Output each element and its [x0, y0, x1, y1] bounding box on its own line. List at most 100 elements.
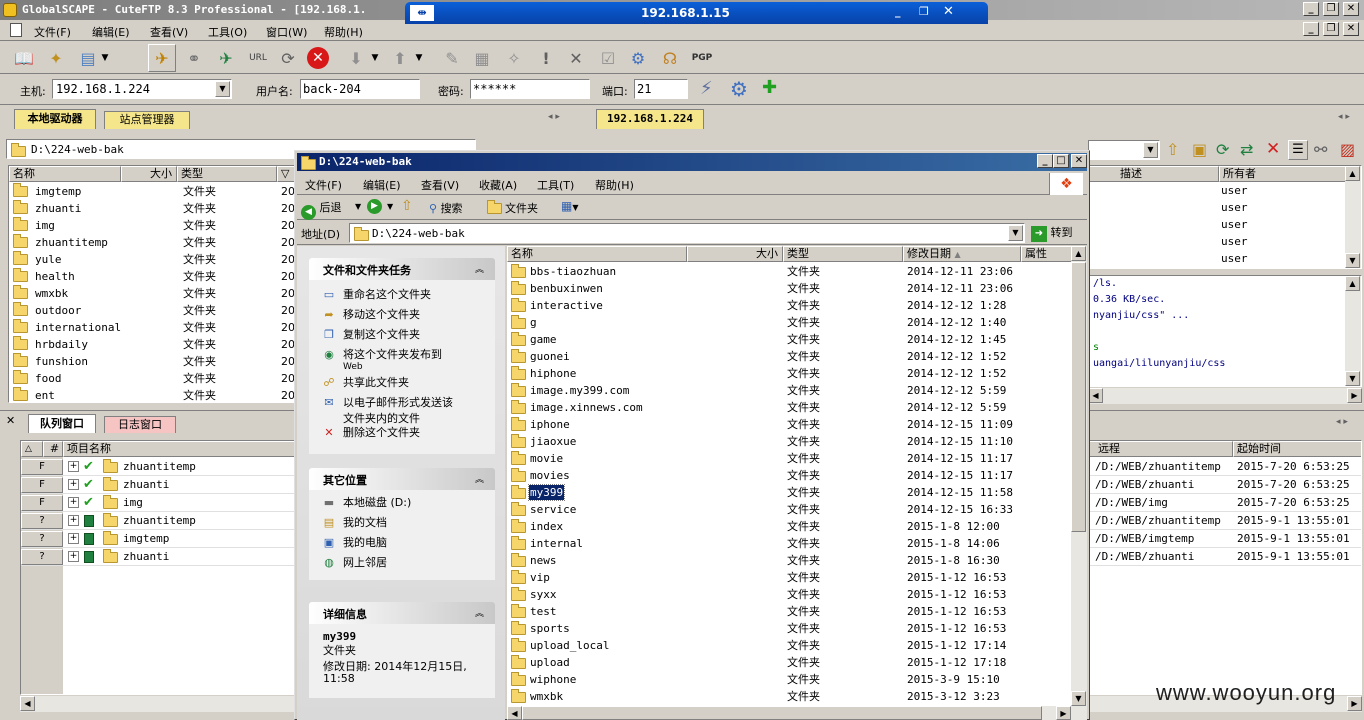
queue-row[interactable]: F + ✔ zhuanti	[21, 476, 295, 494]
settings-gear-icon[interactable]: ⚙	[624, 44, 652, 72]
new-folder-icon[interactable]: ▣	[1192, 140, 1207, 159]
file-row[interactable]: test 文件夹 2015-1-12 16:53	[507, 603, 1073, 620]
menu-file[interactable]: 文件(F)	[34, 24, 71, 40]
expand-icon[interactable]: +	[68, 551, 79, 562]
scroll-thumb[interactable]	[1071, 262, 1086, 532]
mdi-close-button[interactable]: ✕	[1343, 22, 1359, 36]
file-row[interactable]: benbuxinwen 文件夹 2014-12-11 23:06	[507, 280, 1073, 297]
table-row[interactable]: wmxbk 文件夹 20	[9, 285, 297, 302]
task-move[interactable]: ➦ 移动这个文件夹	[321, 306, 420, 324]
explorer-close-button[interactable]: ✕	[1071, 154, 1087, 168]
folder-up-icon[interactable]: ⇧	[1166, 140, 1179, 159]
tab-site-manager[interactable]: 站点管理器	[104, 111, 190, 129]
dropdown-arrow-icon[interactable]: ▼	[355, 202, 361, 211]
tab-scroll-arrows[interactable]: ◂ ▸	[548, 112, 560, 122]
properties-icon[interactable]: ☑	[594, 44, 622, 72]
queue-column-item-name[interactable]: 项目名称	[63, 441, 295, 457]
queue-right-row[interactable]: /D:/WEB/zhuanti 2015-9-1 13:55:01	[1089, 548, 1361, 566]
queue-column-status[interactable]: △	[21, 441, 43, 457]
file-row[interactable]: iphone 文件夹 2014-12-15 11:09	[507, 416, 1073, 433]
expand-icon[interactable]: +	[68, 515, 79, 526]
queue-hscroll[interactable]: ◀	[20, 696, 296, 712]
queue-column-number[interactable]: #	[43, 441, 63, 457]
link-icon[interactable]: ⚯	[1314, 140, 1327, 159]
expand-icon[interactable]: +	[68, 461, 79, 472]
headset-icon[interactable]: ☊	[656, 44, 684, 72]
place-my-documents[interactable]: ▤ 我的文档	[321, 514, 387, 532]
remote-vertical-scrollbar[interactable]: ▲ ▼	[1345, 166, 1361, 268]
queue-row[interactable]: F + ✔ img	[21, 494, 295, 512]
expand-icon[interactable]: +	[68, 533, 79, 544]
table-row[interactable]: imgtemp 文件夹 20	[9, 183, 297, 200]
table-row[interactable]: outdoor 文件夹 20	[9, 302, 297, 319]
chevron-down-icon[interactable]: ▼	[215, 81, 230, 97]
file-row[interactable]: image.xinnews.com 文件夹 2014-12-12 5:59	[507, 399, 1073, 416]
task-rename[interactable]: ▭ 重命名这个文件夹	[321, 286, 431, 304]
file-row[interactable]: upload_local 文件夹 2015-1-12 17:14	[507, 637, 1073, 654]
search-button[interactable]: ⚲ 搜索	[429, 200, 463, 216]
wand-icon[interactable]: ✦	[42, 44, 70, 72]
menu-window[interactable]: 窗口(W)	[266, 24, 307, 40]
table-row[interactable]: yule 文件夹 20	[9, 251, 297, 268]
delete-icon[interactable]: ✕	[562, 44, 590, 72]
column-name[interactable]: 名称	[507, 246, 687, 262]
scroll-up-arrow[interactable]: ▲	[1345, 166, 1360, 181]
file-row[interactable]: game 文件夹 2014-12-12 1:45	[507, 331, 1073, 348]
scroll-up-arrow[interactable]: ▲	[1071, 246, 1086, 261]
menu-help[interactable]: 帮助(H)	[324, 24, 363, 40]
file-row[interactable]: wiphone 文件夹 2015-3-9 15:10	[507, 671, 1073, 688]
column-name[interactable]: 名称	[9, 166, 121, 182]
table-row[interactable]: img 文件夹 20	[9, 217, 297, 234]
app-minimize-button[interactable]: _	[1303, 2, 1319, 16]
refresh-icon[interactable]: ⟳	[1216, 140, 1229, 159]
column-attributes[interactable]: 属性	[1021, 246, 1073, 262]
tab-local-drives[interactable]: 本地驱动器	[14, 109, 96, 129]
host-combo[interactable]: 192.168.1.224 ▼	[52, 79, 232, 99]
execute-icon[interactable]: ✧	[500, 44, 528, 72]
stop-icon[interactable]: ✕	[304, 44, 332, 72]
back-button[interactable]: ◀ 后退	[301, 199, 342, 220]
explorer-menu-tools[interactable]: 工具(T)	[537, 177, 574, 193]
menu-edit[interactable]: 编辑(E)	[92, 24, 130, 40]
column-type[interactable]: 类型	[783, 246, 903, 262]
folders-button[interactable]: 文件夹	[487, 200, 538, 216]
scroll-left-arrow[interactable]: ◀	[1088, 388, 1103, 403]
queue-right-row[interactable]: /D:/WEB/img 2015-7-20 6:53:25	[1089, 494, 1361, 512]
pane-icon[interactable]: ▨	[1340, 140, 1355, 159]
transfer-icon[interactable]: ⇄	[1240, 140, 1253, 159]
explorer-menu-view[interactable]: 查看(V)	[421, 177, 459, 193]
folder-up-icon[interactable]: ⇧	[401, 198, 413, 214]
add-site-icon[interactable]: ✚	[762, 77, 777, 98]
dropdown-arrow-icon[interactable]: ▼	[387, 202, 393, 211]
scroll-left-arrow[interactable]: ◀	[20, 696, 35, 711]
explorer-menu-edit[interactable]: 编辑(E)	[363, 177, 401, 193]
book-icon[interactable]: 📖	[10, 44, 38, 72]
menu-view[interactable]: 查看(V)	[150, 24, 188, 40]
scroll-down-arrow[interactable]: ▼	[1345, 253, 1360, 268]
refresh-icon[interactable]: ⟳	[274, 44, 302, 72]
explorer-minimize-button[interactable]: _	[1037, 154, 1053, 168]
delete-icon[interactable]: ✕	[1266, 139, 1280, 159]
queue-row[interactable]: ? + zhuanti	[21, 548, 295, 566]
file-row[interactable]: wmxbk 文件夹 2015-3-12 3:23	[507, 688, 1073, 705]
table-row[interactable]: funshion 文件夹 20	[9, 353, 297, 370]
password-input[interactable]	[470, 79, 590, 99]
file-row[interactable]: bbs-tiaozhuan 文件夹 2014-12-11 23:06	[507, 263, 1073, 280]
chevron-down-icon[interactable]: ▼	[1008, 225, 1023, 241]
column-size[interactable]: 大小	[121, 166, 177, 182]
hscroll-thumb[interactable]	[522, 706, 1042, 720]
other-places-header[interactable]: 其它位置 ︽	[309, 468, 495, 490]
tab-scroll-arrows[interactable]: ◂ ▸	[1338, 112, 1350, 122]
mdi-restore-button[interactable]: ❐	[1323, 22, 1339, 36]
app-close-button[interactable]: ✕	[1343, 2, 1359, 16]
scroll-right-arrow[interactable]: ▶	[1347, 696, 1362, 711]
explorer-menu-favorites[interactable]: 收藏(A)	[479, 177, 517, 193]
table-row[interactable]: zhuantitemp 文件夹 20	[9, 234, 297, 251]
table-row[interactable]: international 文件夹 20	[9, 319, 297, 336]
file-row[interactable]: service 文件夹 2014-12-15 16:33	[507, 501, 1073, 518]
scroll-right-arrow[interactable]: ▶	[1347, 388, 1362, 403]
file-row[interactable]: internal 文件夹 2015-1-8 14:06	[507, 535, 1073, 552]
remote-path-combo[interactable]: ▼	[1088, 140, 1160, 160]
place-my-computer[interactable]: ▣ 我的电脑	[321, 534, 387, 552]
remote-log-hscroll[interactable]: ◀ ▶	[1088, 388, 1362, 404]
